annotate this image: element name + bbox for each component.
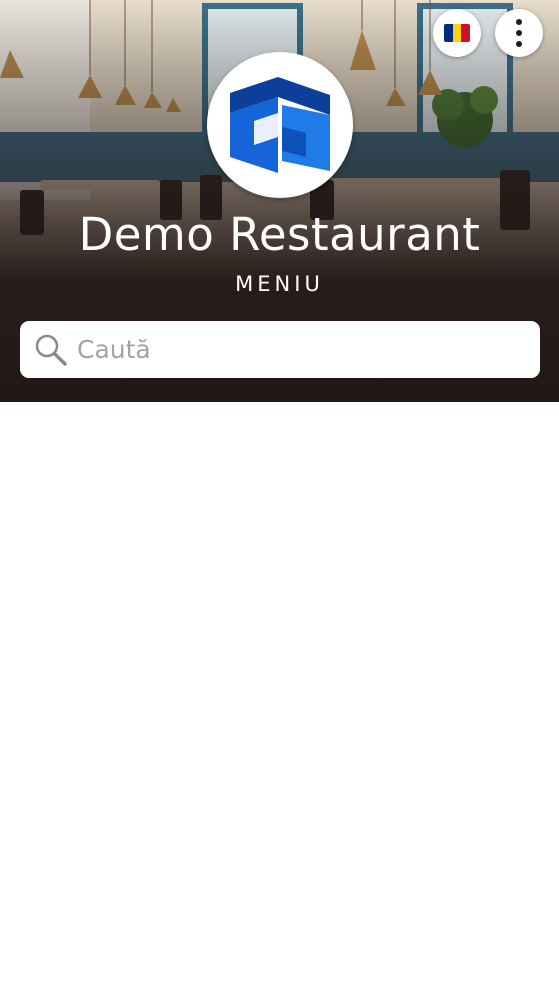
language-button[interactable] (433, 9, 481, 57)
more-vertical-icon (516, 19, 522, 47)
menu-subtitle: MENIU (235, 272, 324, 296)
more-options-button[interactable] (495, 9, 543, 57)
search-icon (35, 334, 67, 366)
header-hero: Demo Restaurant MENIU (0, 0, 559, 402)
romania-flag-icon (444, 24, 470, 42)
restaurant-logo (207, 52, 353, 198)
search-input[interactable] (77, 335, 517, 364)
restaurant-name: Demo Restaurant (78, 208, 481, 261)
menu-content-area (0, 402, 559, 997)
search-bar[interactable] (20, 321, 540, 378)
m-logo-icon (230, 77, 330, 173)
